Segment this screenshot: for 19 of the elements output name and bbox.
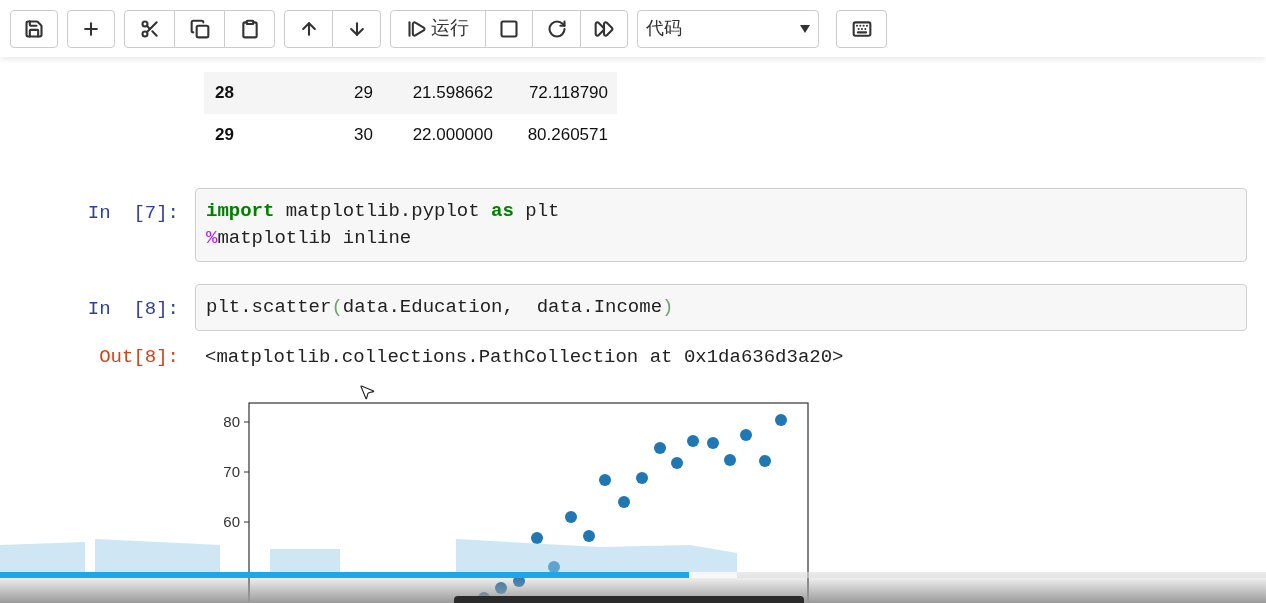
code-input[interactable]: import matplotlib.pyplot as plt %matplotlib inline: [195, 188, 1247, 262]
output-text: <matplotlib.collections.PathCollection at 0x1da636d3a20>: [204, 345, 844, 370]
table-cell-text: 21.598662: [411, 82, 493, 105]
table-cell-text: 80.260571: [526, 124, 608, 147]
y-tick-label: 70: [223, 462, 240, 480]
code-input[interactable]: plt.scatter(data.Education, data.Income): [195, 284, 1247, 331]
y-tick-label: 80: [223, 412, 240, 430]
table-cell-text: 72.118790: [527, 82, 608, 105]
table-cell-text: 22.000000: [411, 124, 493, 147]
input-prompt: In [7]:: [86, 201, 180, 226]
cell-type-select[interactable]: 代码: [637, 9, 819, 48]
row-index: 29: [215, 124, 235, 147]
row-index: 28: [215, 82, 235, 105]
table-cell-text: 29: [353, 82, 373, 105]
table-cell-text: 30: [353, 124, 373, 147]
input-prompt: In [8]:: [86, 297, 180, 322]
y-tick-label: 60: [223, 512, 240, 530]
run-button[interactable]: 运行: [390, 9, 486, 48]
output-prompt: Out[8]:: [98, 345, 180, 370]
